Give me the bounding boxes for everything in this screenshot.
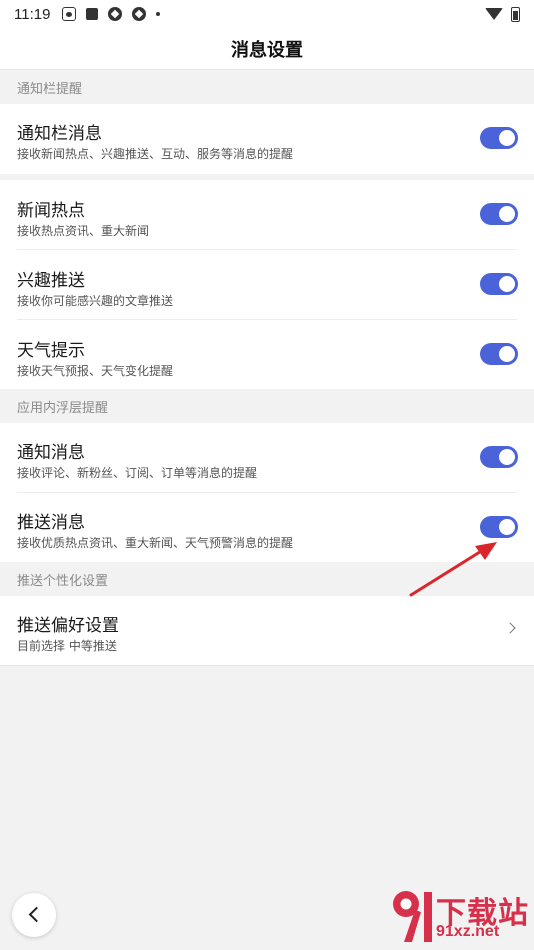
toggle-knob xyxy=(499,276,515,292)
status-system-icons xyxy=(485,6,520,22)
dot-icon xyxy=(156,12,161,16)
wifi-icon xyxy=(485,8,503,20)
annotation-arrow-head xyxy=(475,542,497,560)
toggle-switch-weather-tips[interactable] xyxy=(480,343,518,365)
row-title: 兴趣推送 xyxy=(17,271,85,291)
status-time: 11:19 xyxy=(14,5,51,23)
row-subtitle: 接收你可能感兴趣的文章推送 xyxy=(17,294,174,308)
watermark-91-logo-icon xyxy=(393,891,432,942)
section-header-notification-bar: 通知栏提醒 xyxy=(0,70,534,104)
toggle-switch-interest-push[interactable] xyxy=(480,273,518,295)
toggle-switch-push-messages[interactable] xyxy=(480,516,518,538)
setting-row-interest-push[interactable]: 兴趣推送 接收你可能感兴趣的文章推送 xyxy=(0,250,534,320)
toggle-knob xyxy=(499,519,515,535)
title-bar: 消息设置 xyxy=(0,28,534,70)
status-notification-icons xyxy=(62,7,161,21)
setting-row-notification-messages[interactable]: 通知消息 接收评论、新粉丝、订阅、订单等消息的提醒 xyxy=(0,423,534,493)
chevron-left-icon xyxy=(28,906,45,923)
battery-icon xyxy=(511,6,520,22)
annotation-arrow-icon xyxy=(409,542,497,597)
row-subtitle: 目前选择 中等推送 xyxy=(17,639,117,653)
paw-icon xyxy=(62,7,77,21)
watermark-url: 91xz.net xyxy=(436,923,500,940)
setting-row-notification-bar-messages[interactable]: 通知栏消息 接收新闻热点、兴趣推送、互动、服务等消息的提醒 xyxy=(0,104,534,174)
status-bar: 11:19 xyxy=(0,0,534,28)
row-subtitle: 接收天气预报、天气变化提醒 xyxy=(17,364,174,378)
row-title: 通知消息 xyxy=(17,443,85,463)
square-icon xyxy=(86,8,99,20)
back-button[interactable] xyxy=(12,893,56,937)
toggle-switch-news-hotspots[interactable] xyxy=(480,203,518,225)
row-title: 推送消息 xyxy=(17,513,85,533)
toggle-knob xyxy=(499,130,515,146)
setting-row-push-preferences[interactable]: 推送偏好设置 目前选择 中等推送 xyxy=(0,596,534,666)
toggle-switch-notification-messages[interactable] xyxy=(480,446,518,468)
watermark-logo: 下载站 91xz.net xyxy=(390,886,530,946)
setting-row-weather-tips[interactable]: 天气提示 接收天气预报、天气变化提醒 xyxy=(0,320,534,390)
toggle-knob xyxy=(499,206,515,222)
row-subtitle: 接收热点资讯、重大新闻 xyxy=(17,224,150,238)
row-title: 天气提示 xyxy=(17,341,85,361)
row-subtitle: 接收评论、新粉丝、订阅、订单等消息的提醒 xyxy=(17,466,258,480)
row-title: 新闻热点 xyxy=(17,201,85,221)
row-title: 通知栏消息 xyxy=(17,124,102,144)
annotation-arrow-shaft xyxy=(409,548,485,597)
shutter-icon xyxy=(132,7,147,21)
toggle-switch-notification-bar-messages[interactable] xyxy=(480,127,518,149)
shutter-icon xyxy=(108,7,123,21)
section-header-in-app-overlay: 应用内浮层提醒 xyxy=(0,389,534,423)
toggle-knob xyxy=(499,346,515,362)
toggle-knob xyxy=(499,449,515,465)
page-title: 消息设置 xyxy=(231,39,303,61)
setting-row-news-hotspots[interactable]: 新闻热点 接收热点资讯、重大新闻 xyxy=(0,180,534,250)
row-title: 推送偏好设置 xyxy=(17,616,119,636)
row-subtitle: 接收优质热点资讯、重大新闻、天气预警消息的提醒 xyxy=(17,536,294,550)
row-subtitle: 接收新闻热点、兴趣推送、互动、服务等消息的提醒 xyxy=(17,147,294,161)
